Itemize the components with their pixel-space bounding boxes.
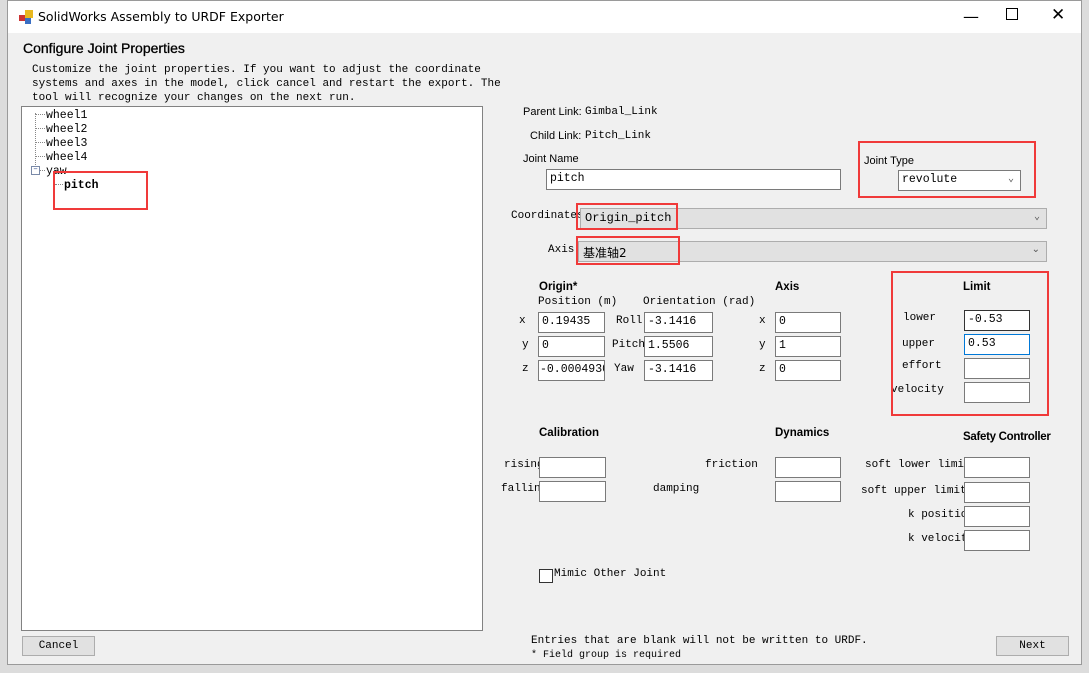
rising-label: rising [504,459,544,471]
description-line: systems and axes in the model, click can… [32,78,501,90]
coordinates-label: Coordinates [511,210,584,222]
pitch-input[interactable]: 1.5506 [644,336,713,357]
origin-title: Origin* [539,281,578,293]
yaw-input[interactable]: -3.1416 [644,360,713,381]
axis-select-label: Axis [548,244,575,256]
parent-link-value: Gimbal_Link [585,106,658,118]
axis-y-label: y [759,339,766,351]
description-line: Customize the joint properties. If you w… [32,64,481,76]
chevron-down-icon: ⌄ [1031,244,1040,255]
k-velocity-label: k velocity [908,533,964,545]
axis-title: Axis [775,281,800,293]
app-icon [19,10,33,24]
next-button[interactable]: Next [996,636,1069,656]
dynamics-title: Dynamics [775,427,830,439]
joint-name-input[interactable]: pitch [546,169,841,190]
page-title: Configure Joint Properties [23,40,185,56]
roll-input[interactable]: -3.1416 [644,312,713,333]
damping-input[interactable] [775,481,841,502]
damping-label: damping [653,483,700,495]
soft-upper-input[interactable] [964,482,1030,503]
calibration-title: Calibration [539,427,600,439]
collapse-icon[interactable]: – [31,166,40,176]
soft-lower-label: soft lower limit [865,459,971,471]
annotation-box [858,141,1036,198]
mimic-checkbox[interactable] [539,569,553,583]
origin-y-label: y [522,339,529,351]
maximize-icon[interactable] [1006,8,1018,20]
friction-input[interactable] [775,457,841,478]
safety-title: Safety Controller [963,431,1051,443]
annotation-box [891,271,1049,416]
mimic-label[interactable]: Mimic Other Joint [554,568,666,580]
yaw-label: Yaw [614,363,634,375]
soft-upper-label: soft upper limit [861,485,967,497]
roll-label: Roll [616,315,643,327]
footer-note-blank: Entries that are blank will not be writt… [531,635,868,647]
origin-z-label: z [522,363,529,375]
orientation-label: Orientation (rad) [643,296,756,308]
origin-z-input[interactable]: -0.0004930 [538,360,605,381]
annotation-box [576,236,680,265]
soft-lower-input[interactable] [964,457,1030,478]
tree-item-wheel1[interactable]: wheel1 [35,109,87,122]
cancel-button[interactable]: Cancel [22,636,95,656]
close-icon[interactable]: ✕ [1051,5,1065,25]
annotation-box [576,203,678,230]
joint-name-label: Joint Name [523,153,579,165]
description: Customize the joint properties. If you w… [32,63,501,105]
pitch-label: Pitch [612,339,646,351]
axis-z-input[interactable]: 0 [775,360,841,381]
k-position-label: k position [908,509,964,521]
chevron-down-icon: ⌄ [1033,212,1040,223]
axis-x-label: x [759,315,766,327]
footer-note-required: * Field group is required [531,650,682,661]
axis-z-label: z [759,363,766,375]
window-title: SolidWorks Assembly to URDF Exporter [38,9,284,24]
position-label: Position (m) [538,296,618,308]
child-link-label: Child Link: [530,130,582,142]
k-position-input[interactable] [964,506,1030,527]
origin-x-input[interactable]: 0.19435 [538,312,605,333]
axis-y-input[interactable]: 1 [775,336,841,357]
falling-input[interactable] [539,481,606,502]
tree-item-wheel4[interactable]: wheel4 [35,151,87,164]
tree-item-wheel2[interactable]: wheel2 [35,123,87,136]
k-velocity-input[interactable] [964,530,1030,551]
friction-label: friction [705,459,758,471]
origin-x-label: x [519,315,526,327]
parent-link-label: Parent Link: [523,106,582,118]
minimize-icon[interactable]: — [963,7,979,26]
exporter-window: SolidWorks Assembly to URDF Exporter — ✕… [7,0,1082,665]
rising-input[interactable] [539,457,606,478]
origin-y-input[interactable]: 0 [538,336,605,357]
tree-item-wheel3[interactable]: wheel3 [35,137,87,150]
child-link-value: Pitch_Link [585,130,652,142]
description-line: tool will recognize your changes on the … [32,92,356,104]
annotation-box [53,171,148,210]
title-bar: SolidWorks Assembly to URDF Exporter — ✕ [8,1,1081,33]
axis-x-input[interactable]: 0 [775,312,841,333]
